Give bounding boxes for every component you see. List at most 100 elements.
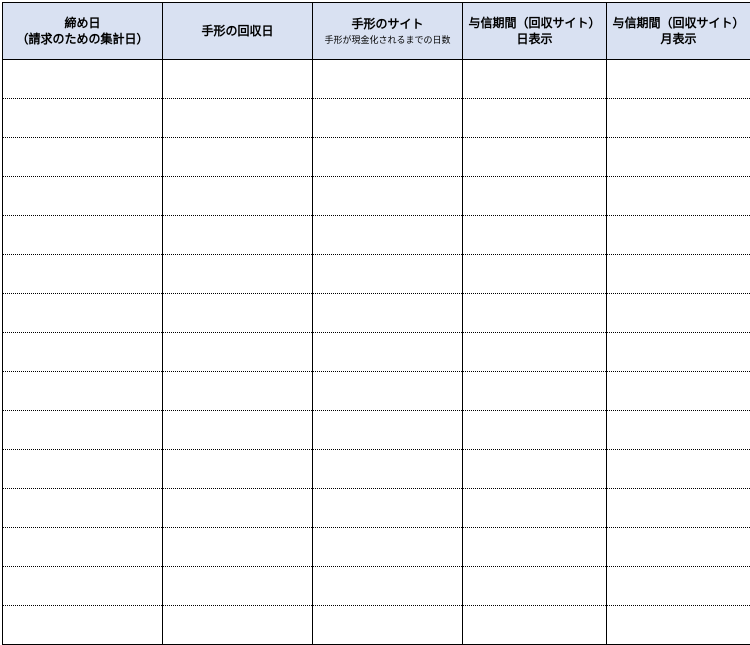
- table-cell: [163, 99, 313, 138]
- table-row: [3, 177, 750, 216]
- table-row: [3, 99, 750, 138]
- col-header-bill-collection-date: 手形の回収日: [163, 3, 313, 60]
- table-cell: [3, 60, 163, 99]
- table-cell: [3, 99, 163, 138]
- table-cell: [313, 255, 463, 294]
- table-cell: [163, 177, 313, 216]
- table-cell: [313, 60, 463, 99]
- table-row: [3, 60, 750, 99]
- table-row: [3, 489, 750, 528]
- table-cell: [313, 411, 463, 450]
- table-cell: [607, 528, 750, 567]
- table-cell: [163, 567, 313, 606]
- table-cell: [3, 489, 163, 528]
- table-cell: [463, 294, 607, 333]
- table-row: [3, 450, 750, 489]
- table-cell: [607, 567, 750, 606]
- table-cell: [163, 294, 313, 333]
- table-row: [3, 411, 750, 450]
- col-header-line: 与信期間（回収サイト）: [468, 16, 600, 30]
- table-cell: [163, 606, 313, 645]
- table-cell: [3, 411, 163, 450]
- table-row: [3, 255, 750, 294]
- table-cell: [313, 216, 463, 255]
- table-cell: [163, 528, 313, 567]
- table-cell: [163, 489, 313, 528]
- table-cell: [607, 411, 750, 450]
- table-cell: [607, 294, 750, 333]
- table-cell: [607, 99, 750, 138]
- col-header-line: 月表示: [660, 32, 696, 46]
- table-cell: [163, 411, 313, 450]
- col-header-line: 手形のサイト: [351, 17, 423, 31]
- table-cell: [3, 567, 163, 606]
- table-row: [3, 528, 750, 567]
- col-header-line: 与信期間（回収サイト）: [612, 16, 744, 30]
- table-cell: [3, 294, 163, 333]
- table-cell: [607, 489, 750, 528]
- col-header-line: 手形の回収日: [201, 24, 273, 38]
- table-cell: [313, 177, 463, 216]
- col-header-line: 締め日: [64, 16, 100, 30]
- col-header-line: 日表示: [516, 32, 552, 46]
- table-row: [3, 333, 750, 372]
- table-cell: [163, 216, 313, 255]
- table-cell: [463, 177, 607, 216]
- table-cell: [163, 255, 313, 294]
- table-header-row: 締め日 （請求のための集計日） 手形の回収日 手形のサイト 手形が現金化されるま…: [3, 3, 750, 60]
- table-cell: [463, 333, 607, 372]
- table-cell: [163, 333, 313, 372]
- table-row: [3, 606, 750, 645]
- table-cell: [313, 99, 463, 138]
- table-row: [3, 216, 750, 255]
- table-cell: [607, 177, 750, 216]
- table-cell: [607, 450, 750, 489]
- col-header-subtext: 手形が現金化されるまでの日数: [315, 34, 460, 46]
- table-cell: [607, 138, 750, 177]
- table-cell: [463, 411, 607, 450]
- table-cell: [463, 528, 607, 567]
- table-cell: [313, 606, 463, 645]
- table-cell: [3, 372, 163, 411]
- table-cell: [313, 333, 463, 372]
- table-cell: [607, 216, 750, 255]
- table-cell: [3, 528, 163, 567]
- col-header-bill-site: 手形のサイト 手形が現金化されるまでの日数: [313, 3, 463, 60]
- table-cell: [3, 255, 163, 294]
- table-cell: [607, 60, 750, 99]
- table-cell: [463, 60, 607, 99]
- table-cell: [313, 138, 463, 177]
- table-cell: [313, 528, 463, 567]
- table-cell: [313, 450, 463, 489]
- col-header-credit-period-months: 与信期間（回収サイト） 月表示: [607, 3, 750, 60]
- table-cell: [313, 372, 463, 411]
- table-row: [3, 138, 750, 177]
- table-cell: [163, 138, 313, 177]
- table-cell: [607, 606, 750, 645]
- table-cell: [607, 333, 750, 372]
- table-cell: [313, 294, 463, 333]
- table-cell: [313, 489, 463, 528]
- table-cell: [607, 372, 750, 411]
- table-cell: [607, 255, 750, 294]
- table-row: [3, 294, 750, 333]
- table-cell: [463, 606, 607, 645]
- col-header-line: （請求のための集計日）: [16, 32, 148, 46]
- table-row: [3, 567, 750, 606]
- col-header-closing-date: 締め日 （請求のための集計日）: [3, 3, 163, 60]
- table-row: [3, 372, 750, 411]
- table-cell: [163, 60, 313, 99]
- table-cell: [3, 606, 163, 645]
- table-cell: [163, 372, 313, 411]
- table-cell: [463, 450, 607, 489]
- table-cell: [3, 138, 163, 177]
- table-cell: [463, 216, 607, 255]
- table-cell: [3, 177, 163, 216]
- table-cell: [3, 216, 163, 255]
- table-cell: [463, 567, 607, 606]
- table-cell: [463, 372, 607, 411]
- col-header-credit-period-days: 与信期間（回収サイト） 日表示: [463, 3, 607, 60]
- table-cell: [463, 99, 607, 138]
- table-cell: [463, 489, 607, 528]
- table-cell: [163, 450, 313, 489]
